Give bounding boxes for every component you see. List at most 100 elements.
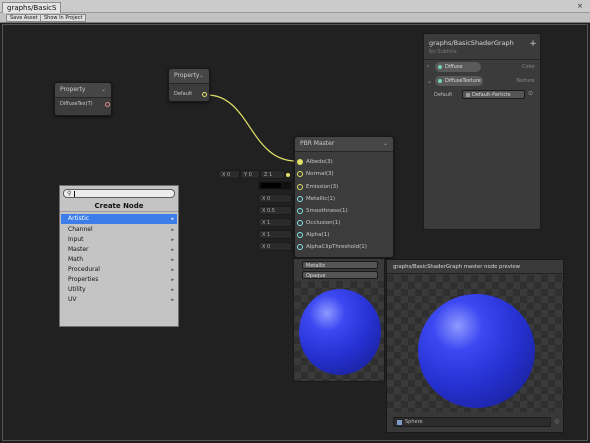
default-label: Default xyxy=(434,92,453,98)
slot-albedo[interactable]: Albedo(3) xyxy=(295,157,395,167)
slot-occlusion[interactable]: Occlusion(1) xyxy=(295,218,395,228)
default-texture-value: Default-Particle xyxy=(472,92,511,98)
chevron-down-icon[interactable]: ⌄ xyxy=(383,137,388,151)
property-name: Diffuse xyxy=(445,64,463,70)
submenu-arrow-icon: ▸ xyxy=(171,257,174,263)
mesh-label: Sphere xyxy=(405,419,423,425)
input-port[interactable] xyxy=(297,208,303,214)
menu-item-properties[interactable]: Properties ▸ xyxy=(61,275,177,285)
output-port[interactable] xyxy=(202,92,207,97)
chevron-down-icon[interactable]: ⌄ xyxy=(199,69,204,83)
input-port[interactable] xyxy=(297,196,303,202)
output-port[interactable] xyxy=(105,102,110,107)
slot-alpha-clip[interactable]: AlphaClipThreshold(1) xyxy=(295,242,395,252)
resize-handle-icon[interactable]: ◇ xyxy=(553,418,561,426)
menu-item-uv[interactable]: UV ▸ xyxy=(61,295,177,305)
slot-label: Metallic(1) xyxy=(306,196,336,202)
add-property-button[interactable]: + xyxy=(528,39,538,49)
property-type-dot xyxy=(438,79,442,83)
smoothness-field[interactable]: X 0.5 xyxy=(258,206,292,215)
menu-item-master[interactable]: Master ▸ xyxy=(61,245,177,255)
node-title: Property xyxy=(60,86,86,93)
slot-label: Emission(3) xyxy=(306,184,339,190)
default-texture-field[interactable]: Default-Particle xyxy=(462,90,525,99)
input-port[interactable] xyxy=(297,232,303,238)
pbr-master-node[interactable]: PBR Master ⌄ Albedo(3) Normal(3) Emissio… xyxy=(294,136,394,258)
search-icon: ⚲ xyxy=(67,190,72,197)
mesh-icon xyxy=(397,420,402,425)
slot-alpha[interactable]: Alpha(1) xyxy=(295,230,395,240)
create-node-window[interactable]: ⚲ Create Node Artistic ▸ Channel ▸ Input ▸ … xyxy=(59,185,179,327)
submenu-arrow-icon: ▸ xyxy=(171,267,174,273)
menu-item-label: Properties xyxy=(68,276,99,283)
normal-input-fields: X 0 Y 0 Z 1 xyxy=(218,170,294,180)
node-title: PBR Master xyxy=(300,140,335,147)
workflow-dropdown[interactable]: Metallic xyxy=(302,261,378,269)
node-header: Property ⌄ xyxy=(55,83,111,98)
submenu-arrow-icon: ▸ xyxy=(171,297,174,303)
menu-item-procedural[interactable]: Procedural ▸ xyxy=(61,265,177,275)
input-port[interactable] xyxy=(297,171,303,177)
submenu-arrow-icon: ▸ xyxy=(171,247,174,253)
node-title: Property xyxy=(174,72,200,79)
preview-title[interactable]: graphs/BasicShaderGraph master node prev… xyxy=(387,260,563,274)
slot-emission[interactable]: Emission(3) xyxy=(295,182,395,192)
emission-color-swatch[interactable] xyxy=(258,181,292,190)
menu-item-utility[interactable]: Utility ▸ xyxy=(61,285,177,295)
menu-item-label: Artistic xyxy=(68,215,90,222)
menu-item-input[interactable]: Input ▸ xyxy=(61,235,177,245)
property-node-diffuse-texture[interactable]: Property ⌄ DiffuseTex(T) xyxy=(54,82,112,116)
normal-x-field[interactable]: X 0 xyxy=(218,170,240,179)
surface-dropdown[interactable]: Opaque xyxy=(302,271,378,279)
node-header: PBR Master ⌄ xyxy=(295,137,393,152)
property-pill-diffuse-texture[interactable]: DiffuseTexture xyxy=(435,76,483,86)
mesh-selector[interactable]: Sphere xyxy=(393,417,551,427)
blackboard-panel[interactable]: graphs/BasicShaderGraph No Subtitle + › … xyxy=(423,33,541,230)
menu-item-label: Utility xyxy=(68,286,86,293)
object-picker-icon[interactable]: ⊙ xyxy=(528,90,533,97)
normal-z-field[interactable]: Z 1 xyxy=(260,170,285,179)
input-port[interactable] xyxy=(297,184,303,190)
alpha-field[interactable]: X 1 xyxy=(258,230,292,239)
output-label: Default xyxy=(174,91,193,97)
chevron-down-icon[interactable]: ⌄ xyxy=(101,83,106,97)
submenu-arrow-icon: ▸ xyxy=(171,227,174,233)
output-label: DiffuseTex(T) xyxy=(60,101,93,107)
menu-item-label: Master xyxy=(68,246,89,253)
preview-sphere xyxy=(418,294,535,408)
menu-item-artistic[interactable]: Artistic ▸ xyxy=(61,214,177,224)
occlusion-field[interactable]: X 1 xyxy=(258,218,292,227)
slot-smoothness[interactable]: Smoothness(1) xyxy=(295,206,395,216)
slot-metallic[interactable]: Metallic(1) xyxy=(295,194,395,204)
divider xyxy=(424,59,540,60)
input-port[interactable] xyxy=(297,244,303,250)
input-port[interactable] xyxy=(297,220,303,226)
menu-item-label: Input xyxy=(68,236,84,243)
create-node-title: Create Node xyxy=(60,201,178,212)
property-type: Texture xyxy=(516,78,535,84)
slot-label: Normal(3) xyxy=(306,171,334,177)
chevron-down-icon[interactable]: ⌄ xyxy=(427,78,433,85)
master-preview-window[interactable]: graphs/BasicShaderGraph master node prev… xyxy=(386,259,564,433)
search-field[interactable]: ⚲ xyxy=(63,189,175,198)
submenu-arrow-icon: ▸ xyxy=(171,216,174,222)
swatch-fill xyxy=(261,183,281,188)
menu-item-label: Procedural xyxy=(68,266,100,273)
slot-label: Occlusion(1) xyxy=(306,220,341,226)
chevron-right-icon[interactable]: › xyxy=(427,63,433,70)
menu-item-channel[interactable]: Channel ▸ xyxy=(61,225,177,235)
text-cursor xyxy=(74,191,75,197)
slot-label: AlphaClipThreshold(1) xyxy=(306,244,367,250)
input-port[interactable] xyxy=(297,159,303,165)
metallic-field[interactable]: X 0 xyxy=(258,194,292,203)
menu-item-math[interactable]: Math ▸ xyxy=(61,255,177,265)
normal-y-field[interactable]: Y 0 xyxy=(240,170,260,179)
alpha-clip-field[interactable]: X 0 xyxy=(258,242,292,251)
texture-icon xyxy=(466,93,470,97)
slot-label: Alpha(1) xyxy=(306,232,330,238)
property-node-default[interactable]: Property ⌄ Default xyxy=(168,68,210,102)
slot-label: Smoothness(1) xyxy=(306,208,348,214)
slot-normal[interactable]: Normal(3) xyxy=(295,169,395,179)
node-header: Property ⌄ xyxy=(169,69,209,84)
property-pill-diffuse[interactable]: Diffuse xyxy=(435,62,481,72)
